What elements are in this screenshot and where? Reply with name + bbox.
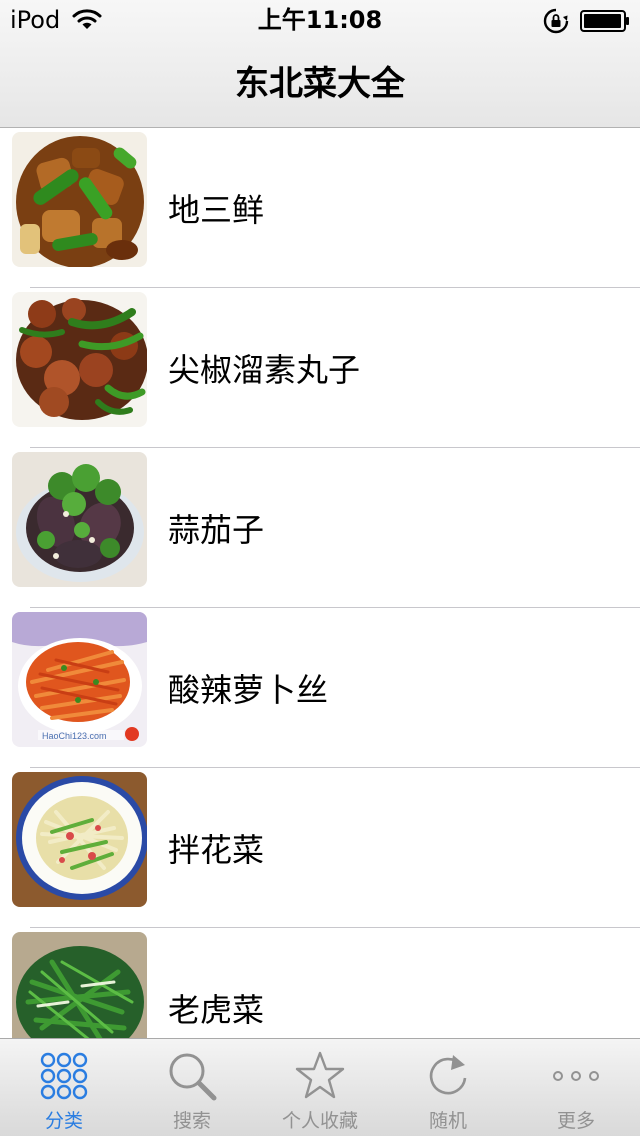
tab-category[interactable]: 分类	[0, 1039, 128, 1136]
list-item[interactable]: 拌花菜	[0, 768, 640, 928]
list-item[interactable]: 老虎菜	[0, 928, 640, 1038]
refresh-icon	[429, 1055, 467, 1095]
status-bar: iPod 上午11:08	[0, 0, 640, 40]
dish-list: 地三鲜 尖椒溜素丸子 蒜茄子 HaoChi123.com 酸辣萝卜丝 拌花菜 老…	[0, 128, 640, 1038]
dish-name: 地三鲜	[168, 191, 265, 229]
battery-icon	[580, 10, 629, 32]
dish-photo: HaoChi123.com	[12, 612, 147, 747]
grid-dots-icon	[40, 1052, 88, 1100]
tab-label: 搜索	[172, 1110, 211, 1132]
dish-name: 尖椒溜素丸子	[168, 351, 361, 389]
tab-label: 个人收藏	[281, 1110, 358, 1132]
page-title: 东北菜大全	[235, 64, 405, 104]
tab-more[interactable]: 更多	[512, 1039, 640, 1136]
tab-label: 分类	[44, 1110, 83, 1132]
list-item[interactable]: HaoChi123.com 酸辣萝卜丝	[0, 608, 640, 768]
more-dots-icon	[553, 1071, 599, 1081]
rotation-lock-icon	[543, 8, 569, 34]
dish-name: 酸辣萝卜丝	[168, 671, 329, 709]
dish-photo	[12, 132, 147, 267]
list-item[interactable]: 蒜茄子	[0, 448, 640, 608]
app-screen: iPod 上午11:08 东北菜大全 地三鲜 尖椒溜素丸子 蒜茄子 HaoChi…	[0, 0, 640, 1136]
tab-label: 更多	[556, 1110, 595, 1132]
tab-random[interactable]: 随机	[384, 1039, 512, 1136]
list-item[interactable]: 尖椒溜素丸子	[0, 288, 640, 448]
dish-name: 拌花菜	[168, 831, 265, 869]
dish-photo	[12, 452, 147, 587]
top-bar: iPod 上午11:08 东北菜大全	[0, 0, 640, 128]
dish-photo	[12, 772, 147, 907]
tab-search[interactable]: 搜索	[128, 1039, 256, 1136]
tab-label: 随机	[428, 1110, 467, 1132]
dish-name: 老虎菜	[168, 991, 265, 1029]
svg-text:HaoChi123.com: HaoChi123.com	[42, 731, 107, 741]
star-icon	[295, 1051, 345, 1099]
dish-photo	[12, 932, 147, 1038]
dish-name: 蒜茄子	[168, 511, 265, 549]
tab-bar: 分类 搜索 个人收藏 随机 更多	[0, 1038, 640, 1136]
search-icon	[169, 1053, 217, 1101]
list-item[interactable]: 地三鲜	[0, 128, 640, 288]
tab-favorites[interactable]: 个人收藏	[256, 1039, 384, 1136]
dish-photo	[12, 292, 147, 427]
